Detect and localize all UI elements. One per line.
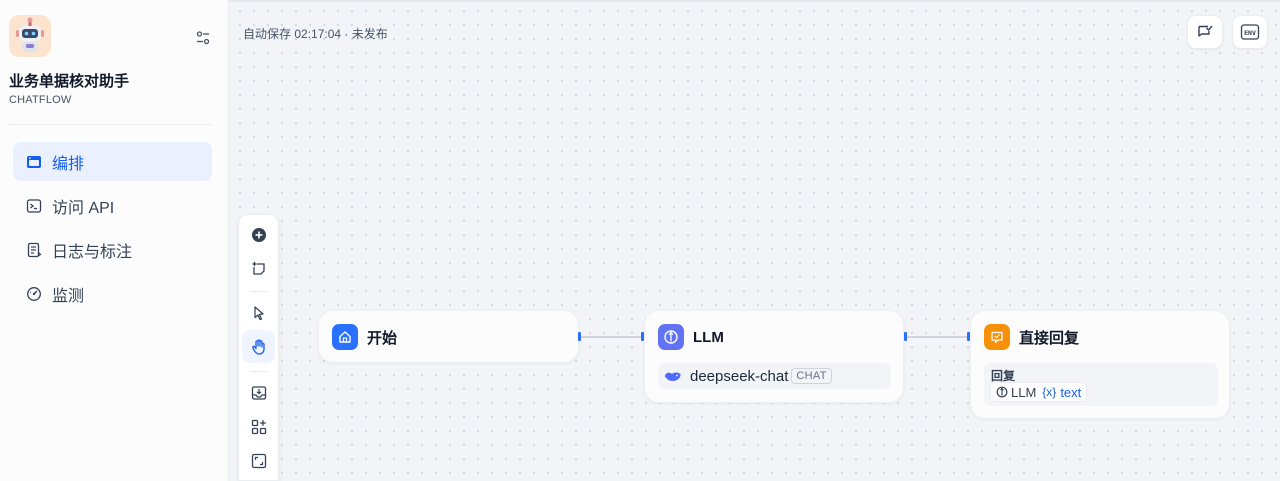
- variable-node-name: LLM: [1011, 384, 1037, 400]
- canvas-top-border: [229, 0, 1280, 2]
- toolbar-divider: [250, 291, 268, 292]
- fit-view-icon: [251, 453, 266, 468]
- sliders-icon: [196, 31, 210, 45]
- reply-field[interactable]: 回复 LLM {x} text: [984, 363, 1218, 406]
- model-mode-badge: CHAT: [791, 368, 832, 384]
- llm-icon: [996, 386, 1008, 398]
- answer-icon: [984, 324, 1010, 350]
- chat-preview-button[interactable]: [1187, 15, 1223, 49]
- add-note-button[interactable]: [242, 252, 275, 285]
- node-title: LLM: [693, 328, 724, 346]
- layout-icon: [25, 153, 43, 171]
- env-icon-label: ENV: [1244, 29, 1256, 37]
- pointer-icon: [253, 305, 264, 320]
- robot-icon: [9, 15, 51, 57]
- model-name: deepseek-chat: [690, 367, 789, 385]
- model-selector[interactable]: deepseek-chat CHAT: [658, 363, 891, 389]
- autosave-status: 自动保存 02:17:04 · 未发布: [243, 27, 388, 41]
- sidebar-nav: 编排 访问 API 日志与标注 监测: [13, 142, 212, 318]
- nav-item-monitor[interactable]: 监测: [13, 274, 212, 313]
- llm-output-handle[interactable]: [904, 332, 907, 341]
- file-text-icon: [25, 241, 43, 259]
- edge-llm-answer: [906, 336, 968, 338]
- node-title: 直接回复: [1019, 329, 1080, 347]
- variable-icon: {x}: [1042, 385, 1057, 399]
- sidebar: 业务单据核对助手 CHATFLOW 编排 访问 API 日志与标注 监测: [0, 0, 229, 481]
- canvas-toolbar: [238, 214, 279, 481]
- start-output-handle[interactable]: [578, 332, 581, 341]
- edge-start-llm: [580, 336, 642, 338]
- env-icon: ENV: [1240, 24, 1260, 40]
- start-node[interactable]: 开始: [318, 310, 579, 363]
- deepseek-whale-icon: [665, 372, 681, 381]
- env-variables-button[interactable]: ENV: [1232, 15, 1268, 49]
- variable-name: text: [1060, 384, 1082, 400]
- llm-node[interactable]: LLM deepseek-chat CHAT: [644, 310, 904, 403]
- app-name: 业务单据核对助手: [9, 73, 130, 90]
- hand-mode-button[interactable]: [242, 330, 275, 363]
- nav-item-orchestrate[interactable]: 编排: [13, 142, 212, 181]
- nav-item-api[interactable]: 访问 API: [13, 186, 212, 225]
- app-settings-button[interactable]: [192, 27, 214, 49]
- add-node-button[interactable]: [242, 218, 275, 251]
- fit-view-button[interactable]: [242, 444, 275, 477]
- export-image-button[interactable]: [242, 376, 275, 409]
- add-note-icon: [251, 261, 265, 275]
- chat-check-icon: [1198, 25, 1213, 37]
- nav-item-label: 编排: [52, 155, 85, 173]
- home-icon: [332, 324, 358, 350]
- toolbar-divider: [250, 371, 268, 372]
- nav-item-logs[interactable]: 日志与标注: [13, 230, 212, 269]
- organize-icon: [251, 419, 266, 434]
- organize-blocks-button[interactable]: [242, 410, 275, 443]
- sidebar-divider: [9, 124, 212, 125]
- answer-node[interactable]: 直接回复 回复 LLM {x} text: [970, 310, 1230, 419]
- variable-reference[interactable]: LLM {x} text: [990, 382, 1088, 402]
- hand-icon: [251, 338, 265, 355]
- pointer-mode-button[interactable]: [242, 296, 275, 329]
- workflow-canvas[interactable]: 自动保存 02:17:04 · 未发布 ENV 开始 LLM deepseek-…: [229, 0, 1280, 481]
- node-title: 开始: [367, 329, 398, 347]
- terminal-icon: [25, 197, 43, 215]
- export-image-icon: [251, 385, 266, 400]
- gauge-icon: [25, 285, 43, 303]
- app-mode-label: CHATFLOW: [9, 94, 72, 106]
- nav-item-label: 监测: [52, 287, 85, 305]
- nav-item-label: 日志与标注: [52, 243, 133, 261]
- llm-icon: [658, 324, 684, 350]
- nav-item-label: 访问 API: [52, 199, 115, 217]
- add-node-icon: [251, 227, 266, 242]
